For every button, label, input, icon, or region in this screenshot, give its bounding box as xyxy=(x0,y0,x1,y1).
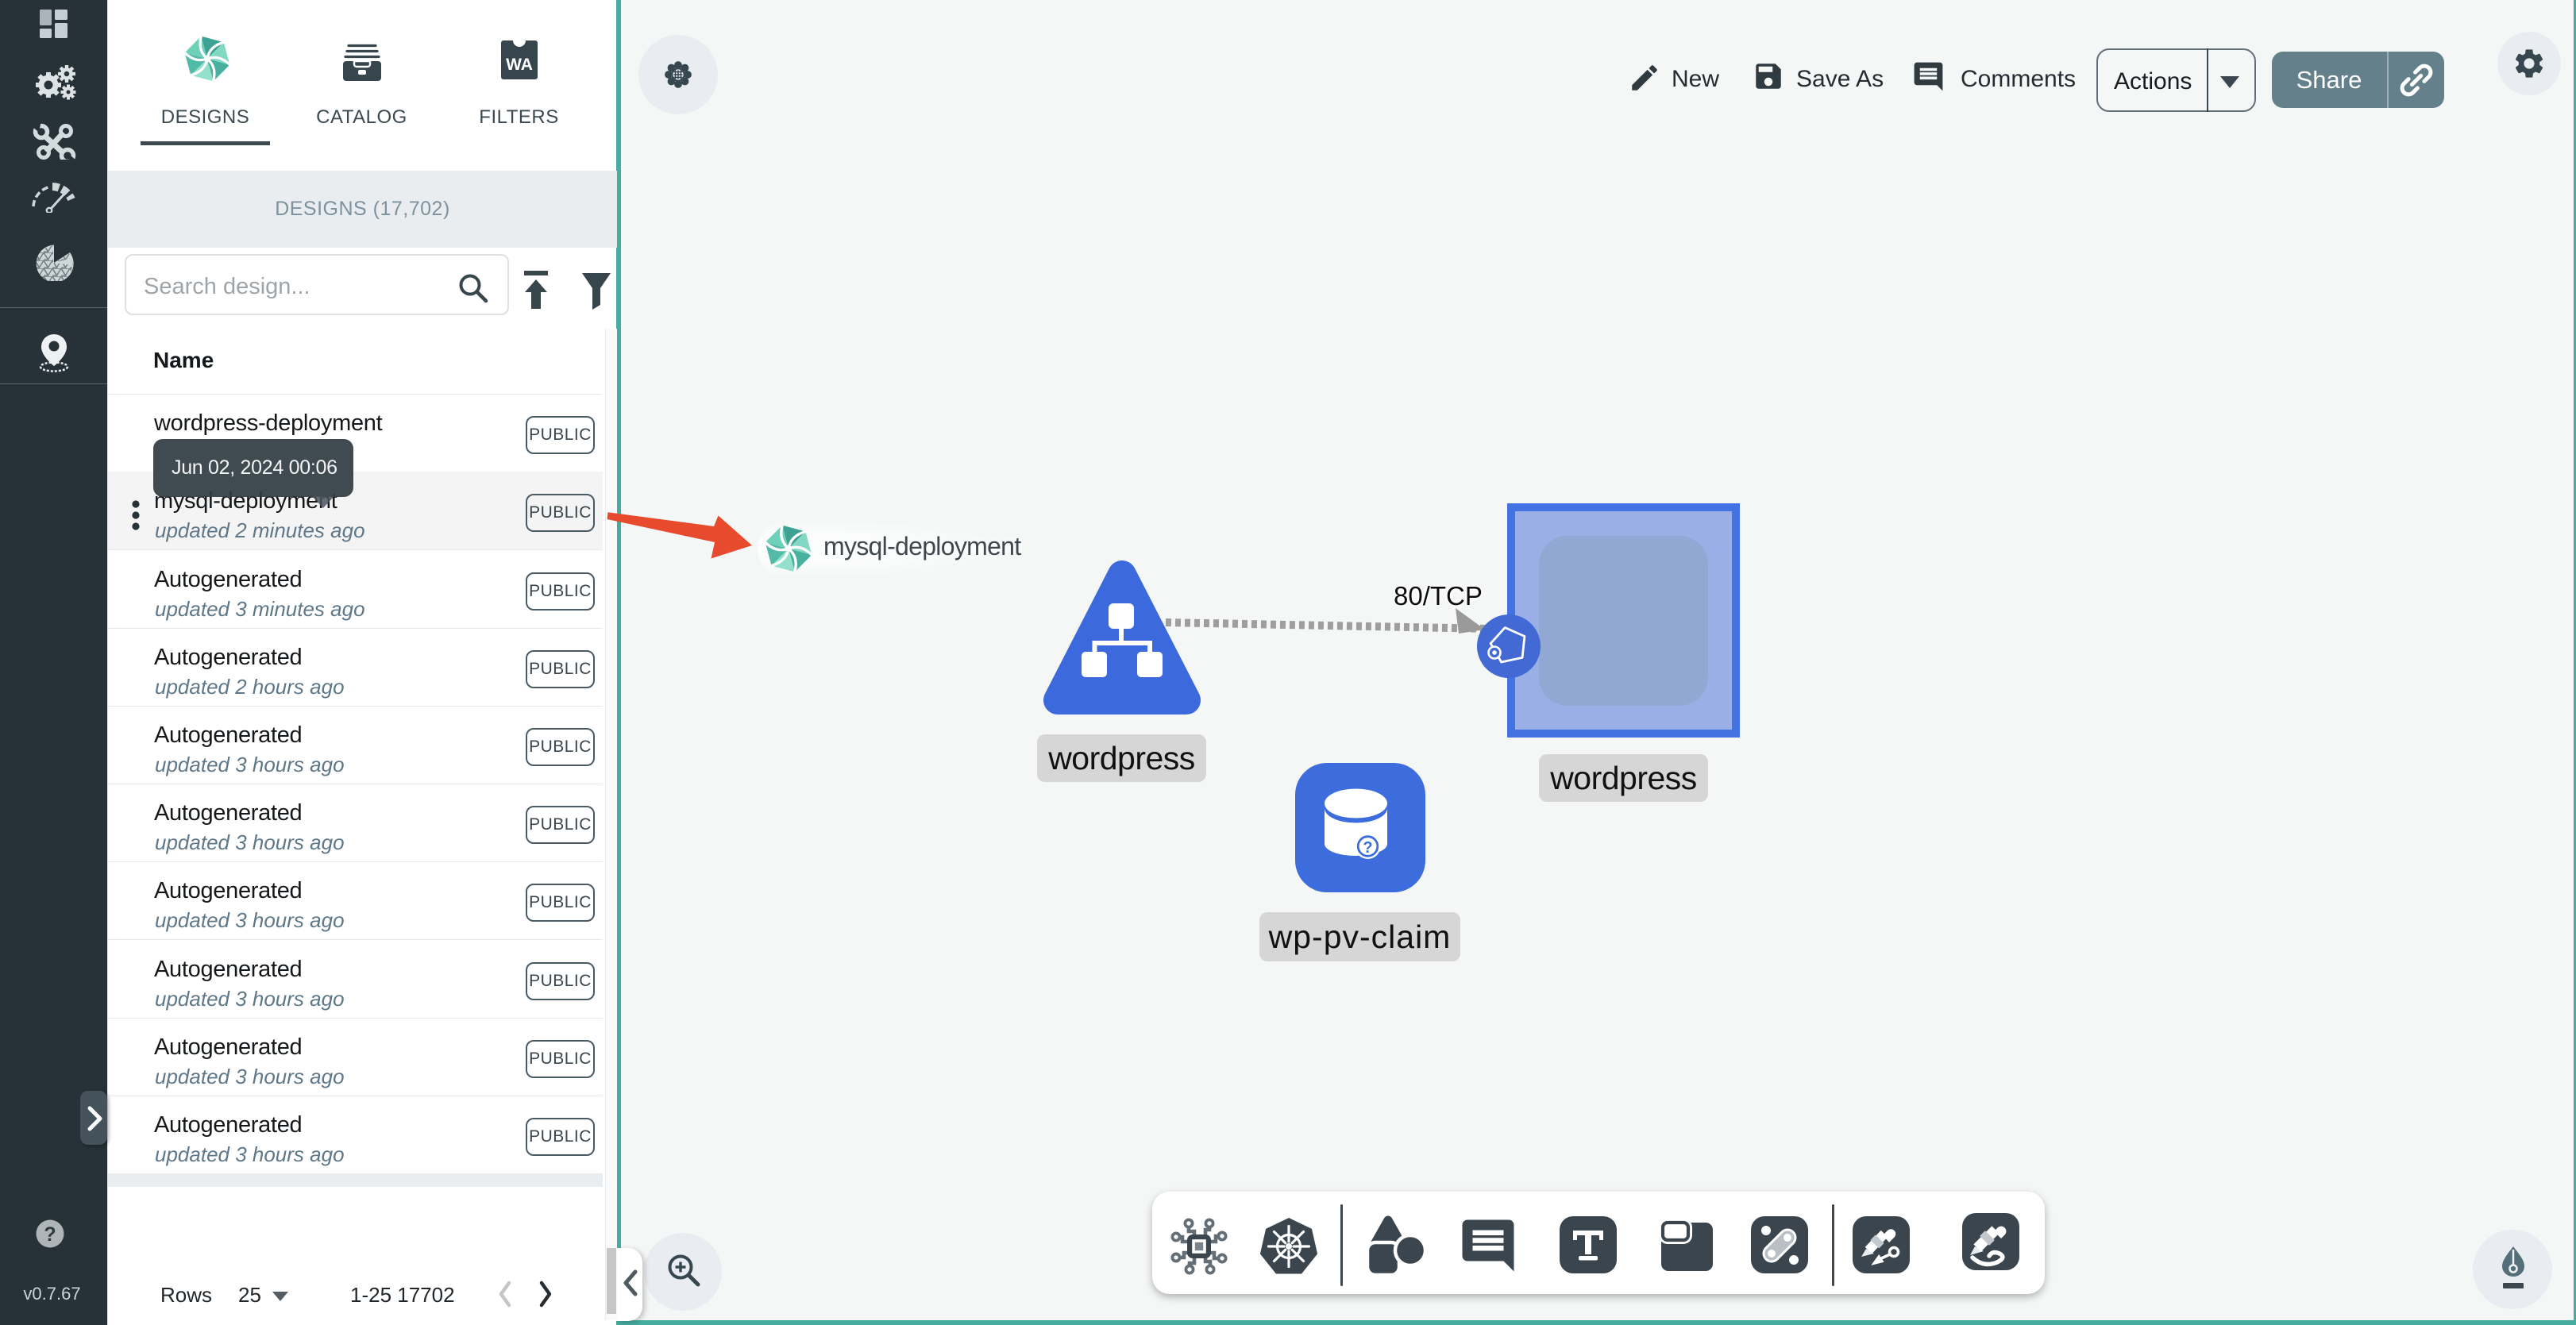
svg-text:WA: WA xyxy=(506,56,533,74)
svg-text:?: ? xyxy=(1363,839,1372,857)
svg-text:?: ? xyxy=(44,1223,56,1246)
